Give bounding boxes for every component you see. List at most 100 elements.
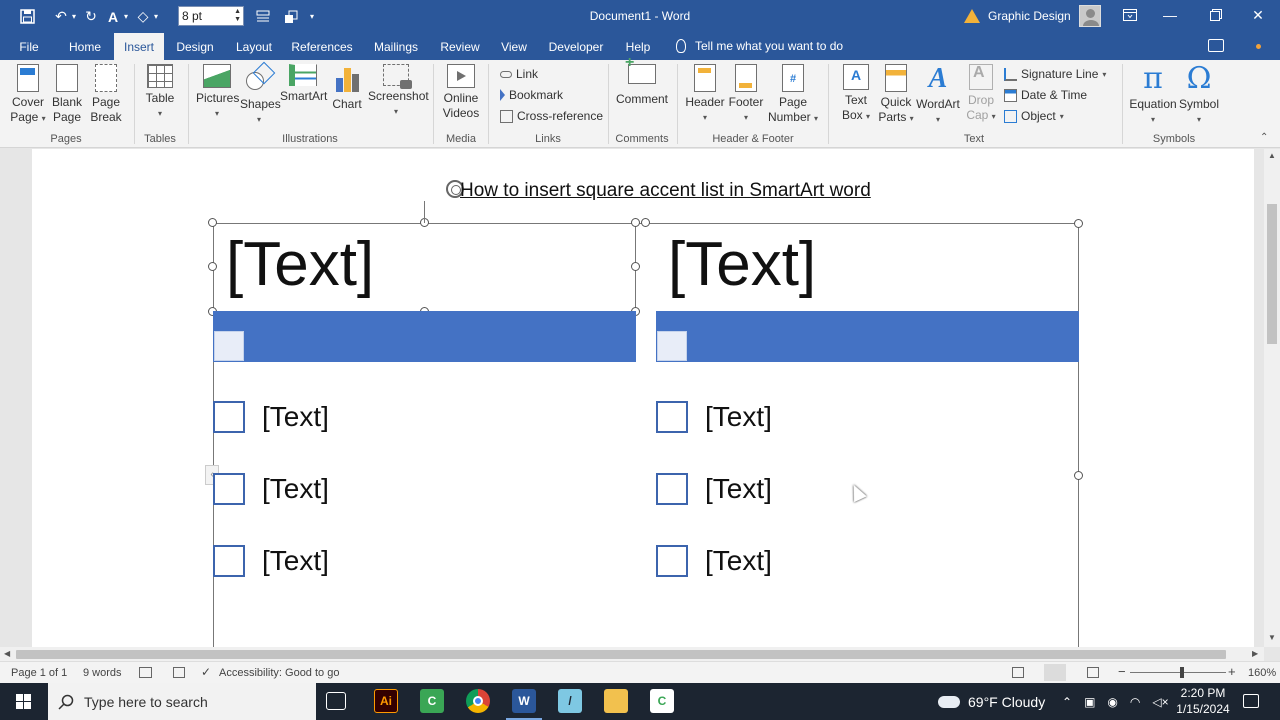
table-button[interactable]: Table ▾ [142, 64, 178, 121]
zoom-slider-knob[interactable] [1180, 667, 1184, 678]
document-heading[interactable]: How to insert square accent list in Smar… [460, 180, 871, 202]
accessibility-status[interactable]: Accessibility: Good to go [219, 667, 339, 679]
list-item-left-3[interactable]: [Text] [262, 545, 329, 577]
file-explorer-icon[interactable] [604, 689, 628, 713]
network-icon[interactable]: ◉ [1107, 695, 1117, 709]
list-square-icon[interactable] [213, 401, 245, 433]
document-page[interactable]: How to insert square accent list in Smar… [32, 149, 1254, 647]
blank-page-button[interactable]: Blank Page [50, 64, 84, 125]
resize-handle[interactable] [208, 262, 217, 271]
link-button[interactable]: Link [500, 67, 538, 81]
chevron-up-icon[interactable]: ⌃ [1062, 695, 1072, 709]
resize-handle[interactable] [631, 262, 640, 271]
meet-now-icon[interactable]: ▣ [1084, 695, 1095, 709]
collapse-ribbon-icon[interactable]: ⌃ [1260, 132, 1268, 143]
tell-me-search[interactable]: Tell me what you want to do [676, 39, 843, 53]
tab-insert[interactable]: Insert [114, 33, 164, 60]
scroll-up-icon[interactable]: ▲ [1268, 151, 1276, 160]
cover-page-button[interactable]: Cover Page ▾ [8, 64, 48, 126]
screenshot-button[interactable]: Screenshot ▾ [368, 64, 429, 119]
quick-parts-button[interactable]: Quick Parts ▾ [876, 64, 916, 126]
resize-handle[interactable] [208, 218, 217, 227]
maximize-button[interactable] [1194, 0, 1238, 30]
undo-dropdown-icon[interactable]: ▾ [72, 12, 76, 21]
list-square-icon[interactable] [213, 473, 245, 505]
web-layout-icon[interactable] [1087, 667, 1099, 678]
tab-design[interactable]: Design [170, 33, 220, 60]
macro-icon[interactable] [173, 667, 185, 678]
pictures-button[interactable]: Pictures ▾ [196, 64, 239, 121]
smartart-title-right[interactable]: [Text] [668, 234, 816, 296]
page-break-button[interactable]: Page Break [88, 64, 124, 125]
wordart-button[interactable]: A WordArt ▾ [916, 64, 960, 127]
list-item-right-1[interactable]: [Text] [705, 401, 772, 433]
tab-file[interactable]: File [12, 33, 46, 60]
tab-help[interactable]: Help [618, 33, 658, 60]
shape-fill-icon[interactable]: ◇ [132, 6, 154, 28]
tab-review[interactable]: Review [434, 33, 486, 60]
comments-pane-icon[interactable] [1208, 39, 1224, 52]
accessibility-icon[interactable]: ✓ [201, 665, 211, 679]
proofing-icon[interactable] [139, 667, 152, 678]
scroll-left-icon[interactable]: ◀ [4, 649, 10, 658]
tab-mailings[interactable]: Mailings [366, 33, 426, 60]
resize-handle[interactable] [641, 218, 650, 227]
shape-fill-dropdown-icon[interactable]: ▾ [154, 12, 158, 21]
font-size-box[interactable]: 8 pt ▲ ▼ [178, 6, 244, 26]
task-view-icon[interactable] [326, 692, 346, 710]
save-icon[interactable] [16, 6, 38, 28]
text-box-button[interactable]: A Text Box ▾ [836, 64, 876, 124]
horizontal-scrollbar[interactable]: ◀ ▶ [0, 647, 1264, 661]
tab-references[interactable]: References [288, 33, 356, 60]
list-square-icon[interactable] [656, 473, 688, 505]
illustrator-icon[interactable]: Ai [374, 689, 398, 713]
footer-button[interactable]: Footer ▾ [726, 64, 766, 125]
word-icon[interactable]: W [506, 689, 542, 720]
header-button[interactable]: Header ▾ [684, 64, 726, 125]
avatar[interactable] [1078, 5, 1101, 27]
page-number-button[interactable]: # Page Number ▾ [766, 64, 820, 126]
shapes-button[interactable]: Shapes ▾ [240, 64, 281, 127]
accent-bar-right[interactable] [656, 311, 1079, 362]
tab-developer[interactable]: Developer [544, 33, 608, 60]
notepad-icon[interactable]: / [558, 689, 582, 713]
print-layout-icon[interactable] [1044, 664, 1066, 681]
symbol-button[interactable]: Ω Symbol ▾ [1178, 64, 1220, 127]
list-square-icon[interactable] [656, 401, 688, 433]
customize-toolbar-icon[interactable]: ▾ [310, 12, 314, 21]
accent-square-left[interactable] [214, 331, 244, 361]
resize-handle[interactable] [631, 218, 640, 227]
redo-icon[interactable]: ↻ [80, 6, 102, 28]
chart-button[interactable]: Chart [330, 64, 364, 112]
word-count[interactable]: 9 words [83, 667, 122, 679]
online-videos-button[interactable]: Online Videos [440, 64, 482, 121]
list-square-icon[interactable] [213, 545, 245, 577]
list-item-left-1[interactable]: [Text] [262, 401, 329, 433]
wifi-icon[interactable]: ◠ [1130, 695, 1140, 709]
list-square-icon[interactable] [656, 545, 688, 577]
object-button[interactable]: Object ▾ [1004, 109, 1064, 123]
user-account[interactable]: Graphic Design [964, 5, 1101, 27]
equation-button[interactable]: π Equation ▾ [1128, 64, 1178, 127]
page-count[interactable]: Page 1 of 1 [11, 667, 67, 679]
tab-view[interactable]: View [494, 33, 534, 60]
list-item-right-3[interactable]: [Text] [705, 545, 772, 577]
smartart-button[interactable]: SmartArt [280, 64, 327, 104]
comment-button[interactable]: Comment [614, 55, 670, 107]
arrange-icon[interactable] [280, 6, 302, 28]
resize-handle[interactable] [1074, 219, 1083, 228]
tab-layout[interactable]: Layout [228, 33, 280, 60]
ribbon-display-options-icon[interactable] [1108, 0, 1152, 30]
windows-start-icon[interactable] [16, 694, 31, 709]
document-area[interactable]: How to insert square accent list in Smar… [0, 149, 1264, 647]
zoom-in-icon[interactable]: + [1228, 664, 1236, 679]
smartart-title-left[interactable]: [Text] [226, 234, 374, 296]
read-mode-icon[interactable] [1012, 667, 1024, 678]
volume-muted-icon[interactable]: ◁× [1152, 695, 1168, 709]
cross-reference-button[interactable]: Cross-reference [500, 109, 603, 123]
weather-text[interactable]: 69°F Cloudy [968, 694, 1045, 710]
text-effects-dropdown-icon[interactable]: ▾ [124, 12, 128, 21]
list-item-left-2[interactable]: [Text] [262, 473, 329, 505]
signature-line-button[interactable]: Signature Line ▾ [1004, 67, 1106, 81]
resize-handle[interactable] [1074, 471, 1083, 480]
